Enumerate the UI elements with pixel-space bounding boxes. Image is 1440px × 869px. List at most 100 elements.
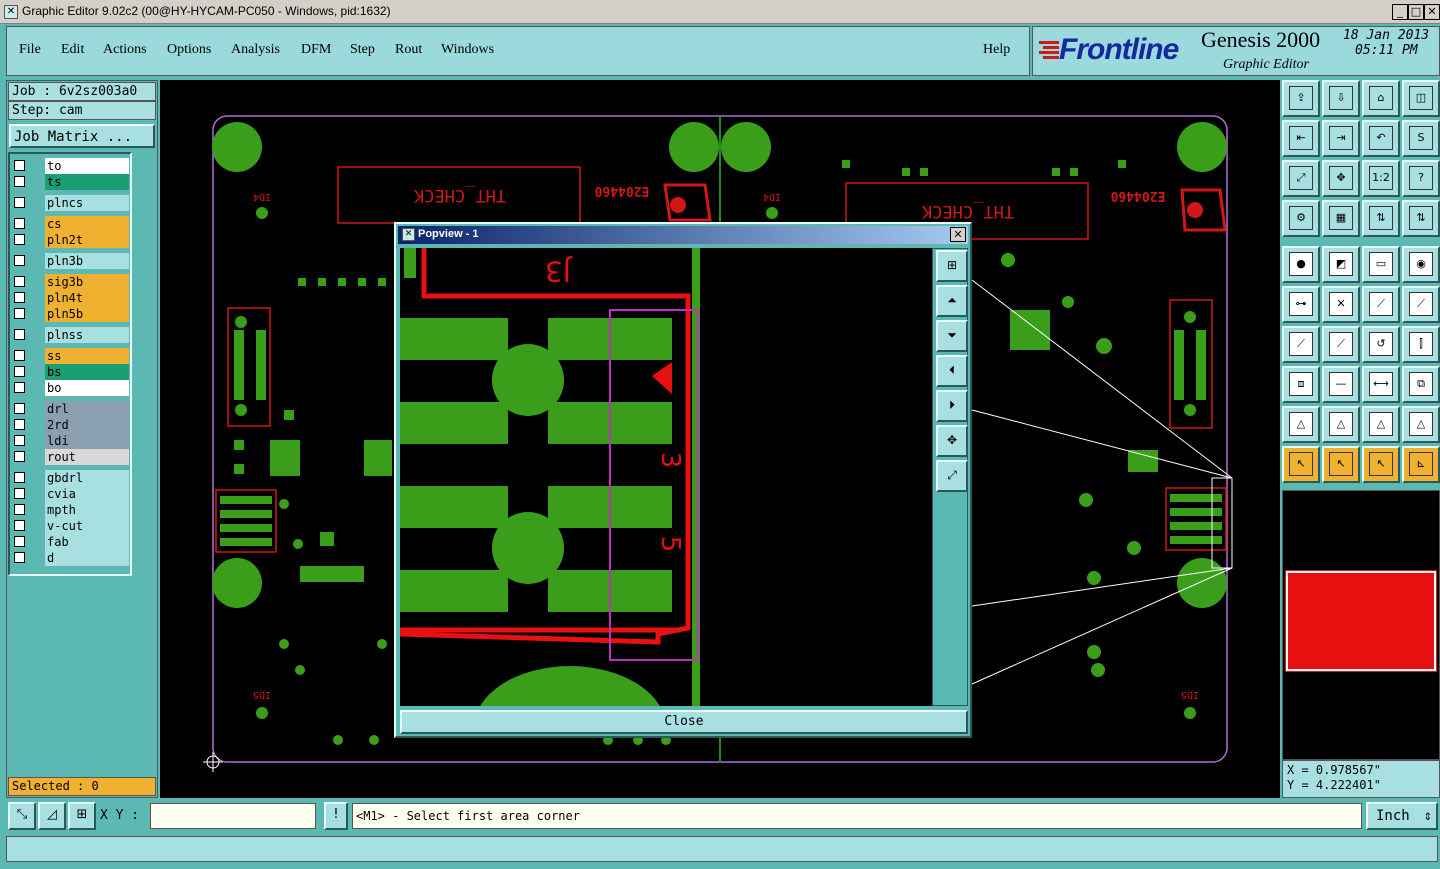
layer-row[interactable]: mpth — [12, 502, 129, 518]
layer-row[interactable]: rout — [12, 449, 129, 465]
layer-checkbox[interactable] — [14, 451, 25, 462]
xy-input[interactable] — [150, 803, 316, 829]
layer-name[interactable]: cs — [45, 216, 129, 232]
layer-name[interactable]: 2rd — [45, 417, 129, 433]
layer-checkbox[interactable] — [14, 329, 25, 340]
layer-checkbox[interactable] — [14, 552, 25, 563]
layer-name[interactable]: pln5b — [45, 306, 129, 322]
layer-name[interactable]: sig3b — [45, 274, 129, 290]
layer-row[interactable]: fab — [12, 534, 129, 550]
layer-checkbox[interactable] — [14, 176, 25, 187]
menu-edit[interactable]: Edit — [61, 42, 84, 58]
layer-checkbox[interactable] — [14, 366, 25, 377]
line-2-icon[interactable]: ⟋ — [1402, 286, 1440, 323]
layer-checkbox[interactable] — [14, 536, 25, 547]
layer-checkbox[interactable] — [14, 488, 25, 499]
snap-icon[interactable]: ⤡ — [8, 802, 36, 830]
popview-fit-button[interactable]: ⤢ — [936, 460, 968, 492]
layer-name[interactable]: plncs — [45, 195, 129, 211]
layer-name[interactable]: bo — [45, 380, 129, 396]
layer-name[interactable]: fab — [45, 534, 129, 550]
layer-name[interactable]: ts — [45, 174, 129, 190]
popview-zoom-home-button[interactable]: ✥ — [936, 425, 968, 457]
menu-dfm[interactable]: DFM — [301, 42, 331, 58]
ruler-icon[interactable]: ▭ — [1362, 246, 1400, 283]
line-h-icon[interactable]: — — [1322, 366, 1360, 403]
pan-right-icon[interactable]: ⇥ — [1322, 120, 1360, 157]
pointer-2-icon[interactable]: ↖ — [1322, 446, 1360, 483]
layer-row[interactable]: pln2t — [12, 232, 129, 248]
menu-options[interactable]: Options — [167, 42, 211, 58]
layer-checkbox[interactable] — [14, 382, 25, 393]
layer-row[interactable]: 2rd — [12, 417, 129, 433]
grid-icon[interactable]: ▦ — [1322, 200, 1360, 237]
layer-row[interactable]: pln4t — [12, 290, 129, 306]
triangle-4-icon[interactable]: △ — [1402, 406, 1440, 443]
line-3-icon[interactable]: ⟋ — [1282, 326, 1320, 363]
layer-row[interactable]: bs — [12, 364, 129, 380]
close-window-button[interactable]: ✕ — [1424, 4, 1440, 20]
layers-red-2-icon[interactable]: ⇅ — [1402, 200, 1440, 237]
popview-canvas[interactable]: J3 3 5 — [400, 248, 932, 706]
pointer-icon[interactable]: ↖ — [1282, 446, 1320, 483]
popview-close-button[interactable]: Close — [400, 710, 968, 734]
layer-checkbox[interactable] — [14, 218, 25, 229]
layer-checkbox[interactable] — [14, 520, 25, 531]
layer-name[interactable]: bs — [45, 364, 129, 380]
resize-icon[interactable]: ⟷ — [1362, 366, 1400, 403]
settings-icon[interactable]: ⚙ — [1282, 200, 1320, 237]
menu-step[interactable]: Step — [350, 42, 375, 58]
layer-checkbox[interactable] — [14, 197, 25, 208]
layer-row[interactable]: bo — [12, 380, 129, 396]
layer-name[interactable]: drl — [45, 401, 129, 417]
line-4-icon[interactable]: ⟋ — [1322, 326, 1360, 363]
pad-add-icon[interactable]: ● — [1282, 246, 1320, 283]
layer-row[interactable]: d — [12, 550, 129, 566]
menu-analysis[interactable]: Analysis — [231, 42, 280, 58]
layer-row[interactable]: drl — [12, 401, 129, 417]
layer-checkbox[interactable] — [14, 160, 25, 171]
pointer-3-icon[interactable]: ↖ — [1362, 446, 1400, 483]
layer-row[interactable]: cvia — [12, 486, 129, 502]
command-line[interactable] — [6, 836, 1438, 862]
layer-checkbox[interactable] — [14, 255, 25, 266]
layer-name[interactable]: gbdrl — [45, 470, 129, 486]
menu-file[interactable]: File — [19, 42, 41, 58]
layer-name[interactable]: cvia — [45, 486, 129, 502]
layer-name[interactable]: d — [45, 550, 129, 566]
layer-row[interactable]: ss — [12, 348, 129, 364]
layer-name[interactable]: v-cut — [45, 518, 129, 534]
move-down-icon[interactable]: ⇩ — [1322, 80, 1360, 117]
layer-name[interactable]: pln4t — [45, 290, 129, 306]
zoom-fit-icon[interactable]: ⤢ — [1282, 160, 1320, 197]
ratio-icon[interactable]: 1:2 — [1362, 160, 1400, 197]
triangle-2-icon[interactable]: △ — [1322, 406, 1360, 443]
alert-icon[interactable]: ! — [324, 802, 348, 830]
undo-icon[interactable]: ↶ — [1362, 120, 1400, 157]
layer-checkbox[interactable] — [14, 276, 25, 287]
circle-icon[interactable]: ◉ — [1402, 246, 1440, 283]
layer-row[interactable]: v-cut — [12, 518, 129, 534]
layer-row[interactable]: ldi — [12, 433, 129, 449]
popview-close-icon[interactable]: ✕ — [950, 227, 966, 242]
popview-pan-up-button[interactable]: ⏶ — [936, 285, 968, 317]
menu-rout[interactable]: Rout — [395, 42, 422, 58]
layer-checkbox[interactable] — [14, 472, 25, 483]
layer-name[interactable]: plnss — [45, 327, 129, 343]
popview-zoom-area-button[interactable]: ⊞ — [936, 250, 968, 282]
layer-checkbox[interactable] — [14, 292, 25, 303]
move-up-icon[interactable]: ⇪ — [1282, 80, 1320, 117]
flip-f-icon[interactable]: ⫿ — [1402, 326, 1440, 363]
layer-name[interactable]: pln3b — [45, 253, 129, 269]
layer-row[interactable]: pln5b — [12, 306, 129, 322]
split-icon[interactable]: ◫ — [1402, 80, 1440, 117]
arc-icon[interactable]: ↺ — [1362, 326, 1400, 363]
select-box-icon[interactable]: ⧈ — [1282, 366, 1320, 403]
layer-name[interactable]: mpth — [45, 502, 129, 518]
layer-name[interactable]: ss — [45, 348, 129, 364]
copy-icon[interactable]: ⧉ — [1402, 366, 1440, 403]
layer-checkbox[interactable] — [14, 419, 25, 430]
layer-checkbox[interactable] — [14, 504, 25, 515]
connect-icon[interactable]: ⊶ — [1282, 286, 1320, 323]
layer-checkbox[interactable] — [14, 350, 25, 361]
